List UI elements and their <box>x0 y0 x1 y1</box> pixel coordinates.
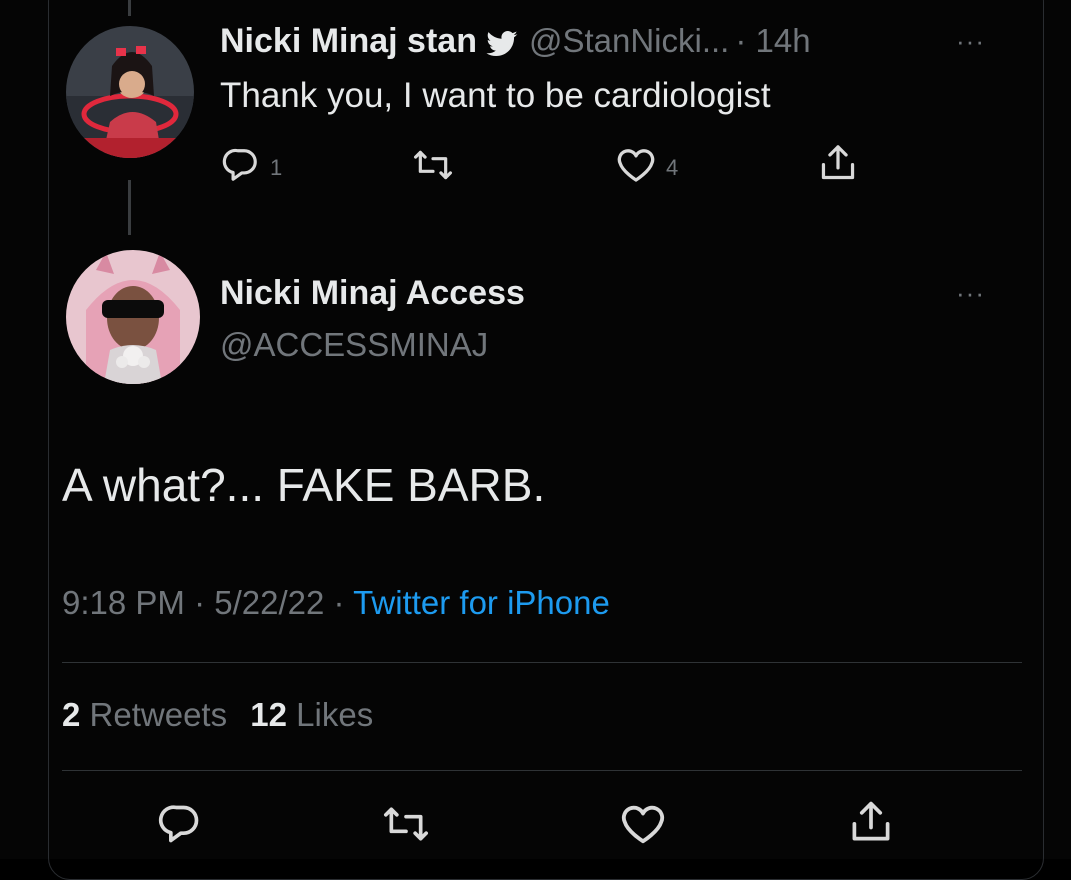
reply-more-menu[interactable]: ··· <box>956 26 985 57</box>
main-retweet-button[interactable] <box>382 802 430 852</box>
reply-author-avatar[interactable] <box>66 26 194 158</box>
main-author-name[interactable]: Nicki Minaj Access <box>220 274 525 312</box>
reply-reply-count: 1 <box>270 155 283 180</box>
reply-icon <box>222 146 260 190</box>
reply-reply-button[interactable]: 1 <box>222 146 282 190</box>
reply-time[interactable]: · 14h <box>735 22 810 59</box>
reply-author-handle[interactable]: @StanNicki... <box>529 22 729 59</box>
retweets-stat[interactable]: 2 Retweets <box>62 696 227 733</box>
card-border <box>48 0 1044 880</box>
reply-icon <box>158 802 202 852</box>
main-tweet-meta: 9:18 PM · 5/22/22 · Twitter for iPhone <box>62 584 610 622</box>
main-tweet-source[interactable]: Twitter for iPhone <box>353 584 610 621</box>
main-reply-button[interactable] <box>158 802 202 852</box>
main-more-menu[interactable]: ··· <box>956 278 985 309</box>
share-icon <box>818 142 858 190</box>
tweet-detail-screen: Nicki Minaj stan @StanNicki... · 14h ··· T… <box>0 0 1071 880</box>
reply-text: Thank you, I want to be cardiologist <box>220 76 771 115</box>
likes-stat[interactable]: 12 Likes <box>250 696 373 733</box>
reply-share-button[interactable] <box>818 142 858 190</box>
likes-count: 12 <box>250 696 287 733</box>
heart-icon <box>620 802 666 852</box>
main-tweet-text: A what?... FAKE BARB. <box>62 459 546 511</box>
retweets-count: 2 <box>62 696 81 733</box>
likes-label: Likes <box>296 696 374 733</box>
share-icon <box>848 798 894 852</box>
main-author-handle[interactable]: @ACCESSMINAJ <box>220 326 488 363</box>
thread-line-top <box>128 0 131 16</box>
main-author-name-line: Nicki Minaj Access <box>220 274 525 313</box>
divider-top <box>62 662 1022 663</box>
divider-bottom <box>62 770 1022 771</box>
thread-line-connector <box>128 180 131 235</box>
retweet-icon <box>412 146 454 190</box>
reply-retweet-button[interactable] <box>412 146 464 190</box>
main-share-button[interactable] <box>848 798 894 852</box>
twitter-bird-icon <box>485 31 519 64</box>
main-author-handle-line: @ACCESSMINAJ <box>220 326 488 364</box>
reply-author-name[interactable]: Nicki Minaj stan <box>220 22 477 60</box>
main-author-avatar[interactable] <box>66 250 200 384</box>
retweets-label: Retweets <box>89 696 228 733</box>
main-tweet-timestamp[interactable]: 9:18 PM · 5/22/22 · <box>62 584 353 621</box>
engagement-stats: 2 Retweets 12 Likes <box>62 696 373 734</box>
reply-like-count: 4 <box>666 155 679 180</box>
retweet-icon <box>382 802 430 852</box>
heart-icon <box>616 146 656 190</box>
reply-header: Nicki Minaj stan @StanNicki... · 14h <box>220 22 811 64</box>
reply-like-button[interactable]: 4 <box>616 146 678 190</box>
main-like-button[interactable] <box>620 802 666 852</box>
